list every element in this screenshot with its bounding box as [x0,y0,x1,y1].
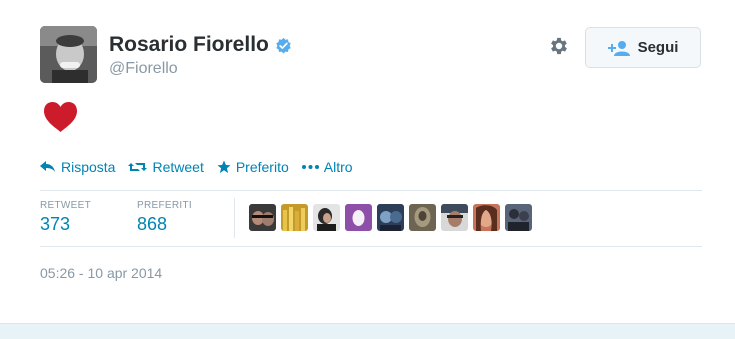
reply-button[interactable]: Risposta [40,159,115,175]
gear-icon[interactable] [548,35,570,57]
divider-bottom [40,246,702,247]
favoriter-avatar[interactable] [345,204,372,231]
verified-badge-icon [276,37,291,53]
retweet-count-value: 373 [40,214,71,234]
retweet-count-label: RETWEET [40,200,91,211]
reply-box-area[interactable] [0,323,735,339]
favoriter-avatar[interactable] [441,204,468,231]
reply-label: Risposta [61,159,116,175]
favoriter-avatar[interactable] [409,204,436,231]
favoriter-avatar[interactable] [505,204,532,231]
favorite-count-stat[interactable]: PREFERITI 868 [137,200,192,235]
more-button[interactable]: Altro [301,159,353,175]
favoriter-avatar[interactable] [281,204,308,231]
follow-user-icon [607,40,630,56]
star-icon [217,160,231,173]
favorite-label: Preferito [235,159,289,175]
user-handle[interactable]: @Fiorello [109,60,178,78]
retweet-count-stat[interactable]: RETWEET 373 [40,200,91,235]
favorite-button[interactable]: Preferito [217,159,289,175]
user-display-name[interactable]: Rosario Fiorello [109,33,269,57]
follow-button[interactable]: Segui [585,27,701,68]
retweet-icon [128,163,148,171]
favoriter-avatar[interactable] [377,204,404,231]
heart-icon [44,102,77,132]
retweet-label: Retweet [152,159,204,175]
stats-separator [234,198,235,238]
reply-icon [40,161,55,172]
follow-label: Segui [637,39,679,56]
favoriter-avatar[interactable] [473,204,500,231]
more-icon [301,165,319,169]
tweet-actions: Risposta Retweet Preferito Altro [40,159,366,175]
favorite-count-label: PREFERITI [137,200,192,211]
divider-top [40,190,702,191]
profile-avatar[interactable] [40,26,97,83]
favoriter-avatar[interactable] [313,204,340,231]
favorited-by-avatars [249,204,532,231]
more-label: Altro [323,159,353,175]
favoriter-avatar[interactable] [249,204,276,231]
tweet-timestamp[interactable]: 05:26 - 10 apr 2014 [40,265,162,281]
favorite-count-value: 868 [137,214,168,234]
retweet-button[interactable]: Retweet [128,159,204,175]
